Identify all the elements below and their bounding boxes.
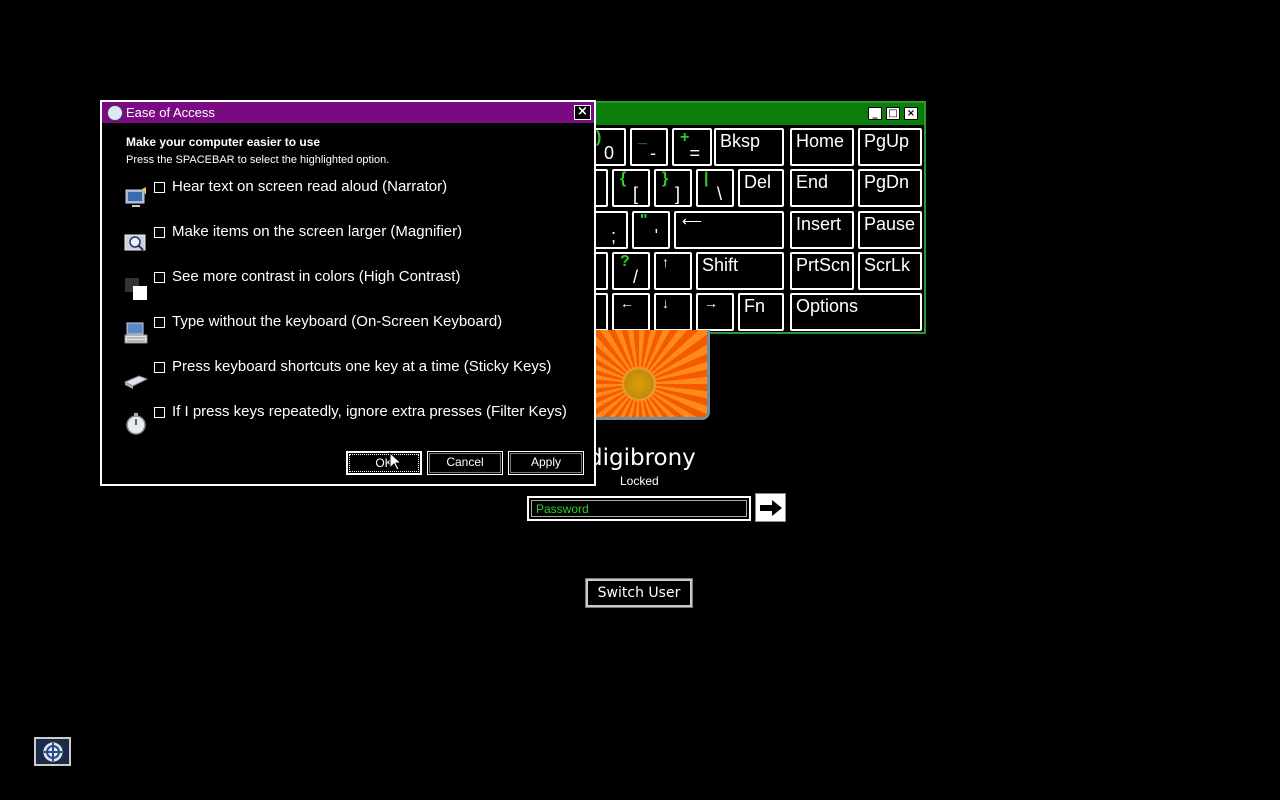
key-backslash[interactable]: | \ bbox=[696, 169, 734, 207]
sticky-keys-checkbox[interactable] bbox=[154, 362, 165, 373]
ok-button[interactable]: OK bbox=[346, 451, 422, 475]
key-equals[interactable]: + = bbox=[672, 128, 712, 166]
password-input[interactable] bbox=[531, 500, 747, 517]
keyboard-icon bbox=[124, 322, 148, 344]
lock-status-label: Locked bbox=[620, 474, 659, 488]
maximize-button[interactable]: □ bbox=[886, 107, 900, 120]
sticky-keys-icon bbox=[124, 375, 148, 389]
key-up-arrow[interactable]: ↑ bbox=[654, 252, 692, 290]
key-scrlk[interactable]: ScrLk bbox=[858, 252, 922, 290]
key-pgup[interactable]: PgUp bbox=[858, 128, 922, 166]
narrator-icon bbox=[125, 187, 146, 207]
key-quote[interactable]: " ' bbox=[632, 211, 670, 249]
switch-user-button[interactable]: Switch User bbox=[585, 578, 693, 608]
dialog-title: Ease of Access bbox=[126, 105, 215, 120]
option-filter-keys[interactable]: If I press keys repeatedly, ignore extra… bbox=[124, 403, 584, 445]
key-fn[interactable]: Fn bbox=[738, 293, 784, 331]
key-pgdn[interactable]: PgDn bbox=[858, 169, 922, 207]
key-options[interactable]: Options bbox=[790, 293, 922, 331]
key-pause[interactable]: Pause bbox=[858, 211, 922, 249]
key-home[interactable]: Home bbox=[790, 128, 854, 166]
dialog-close-button[interactable]: × bbox=[574, 105, 591, 120]
key-end[interactable]: End bbox=[790, 169, 854, 207]
filter-keys-checkbox[interactable] bbox=[154, 407, 165, 418]
key-minus[interactable]: _ - bbox=[630, 128, 668, 166]
key-slash[interactable]: ? / bbox=[612, 252, 650, 290]
key-enter[interactable]: ⟵ bbox=[674, 211, 784, 249]
key-right-arrow[interactable]: → bbox=[696, 293, 734, 331]
key-left-arrow[interactable]: ← bbox=[612, 293, 650, 331]
narrator-checkbox[interactable] bbox=[154, 182, 165, 193]
key-right-bracket[interactable]: } ] bbox=[654, 169, 692, 207]
option-on-screen-keyboard[interactable]: Type without the keyboard (On-Screen Key… bbox=[124, 313, 584, 355]
key-prtscn[interactable]: PrtScn bbox=[790, 252, 854, 290]
option-high-contrast[interactable]: See more contrast in colors (High Contra… bbox=[124, 268, 584, 310]
on-screen-keyboard-checkbox[interactable] bbox=[154, 317, 165, 328]
key-down-arrow[interactable]: ↓ bbox=[654, 293, 692, 331]
key-delete[interactable]: Del bbox=[738, 169, 784, 207]
magnifier-icon bbox=[124, 234, 146, 251]
key-left-bracket[interactable]: { [ bbox=[612, 169, 650, 207]
key-backspace[interactable]: Bksp bbox=[714, 128, 784, 166]
ease-of-access-button[interactable] bbox=[34, 737, 71, 766]
key-shift[interactable]: Shift bbox=[696, 252, 784, 290]
minimize-button[interactable]: _ bbox=[868, 107, 882, 120]
ease-of-access-dialog: Ease of Access × Make your computer easi… bbox=[100, 100, 596, 486]
keyboard-titlebar[interactable]: _ □ × bbox=[562, 103, 924, 125]
ease-of-access-icon bbox=[42, 741, 63, 762]
magnifier-checkbox[interactable] bbox=[154, 227, 165, 238]
cancel-button[interactable]: Cancel bbox=[427, 451, 503, 475]
submit-arrow-button[interactable] bbox=[755, 493, 786, 522]
username-label: digibrony bbox=[588, 445, 696, 471]
dialog-heading: Make your computer easier to use bbox=[126, 135, 321, 149]
ease-of-access-icon bbox=[107, 105, 123, 121]
on-screen-keyboard-window: _ □ × ) 0 _ - + = Bksp Home PgUp { [ } ]… bbox=[560, 101, 926, 334]
password-field-frame bbox=[527, 496, 751, 521]
mouse-cursor-icon bbox=[389, 452, 401, 471]
dialog-subheading: Press the SPACEBAR to select the highlig… bbox=[126, 154, 390, 166]
dialog-titlebar[interactable]: Ease of Access × bbox=[102, 102, 594, 123]
stopwatch-icon bbox=[126, 413, 146, 435]
key-insert[interactable]: Insert bbox=[790, 211, 854, 249]
option-sticky-keys[interactable]: Press keyboard shortcuts one key at a ti… bbox=[124, 358, 584, 400]
arrow-right-icon bbox=[759, 499, 782, 516]
option-magnifier[interactable]: Make items on the screen larger (Magnifi… bbox=[124, 223, 584, 265]
high-contrast-checkbox[interactable] bbox=[154, 272, 165, 283]
option-narrator[interactable]: Hear text on screen read aloud (Narrator… bbox=[124, 178, 584, 220]
high-contrast-icon bbox=[125, 278, 147, 300]
close-button[interactable]: × bbox=[904, 107, 918, 120]
apply-button[interactable]: Apply bbox=[508, 451, 584, 475]
